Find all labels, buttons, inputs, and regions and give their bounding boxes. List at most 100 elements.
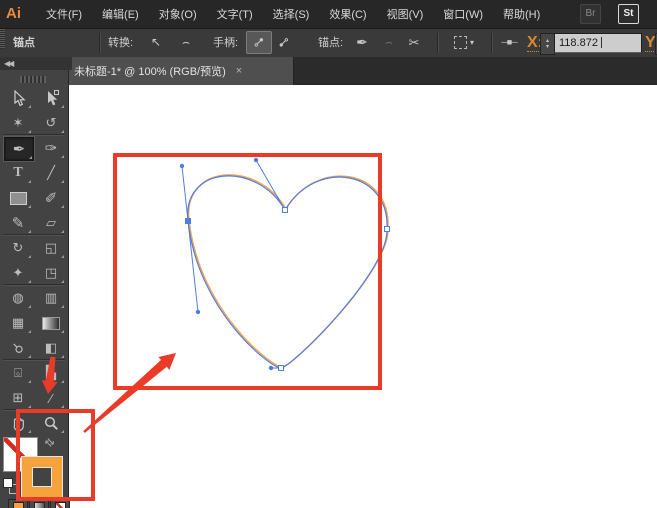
stroke-swatch[interactable] — [22, 457, 62, 497]
tool-zoom[interactable] — [36, 411, 66, 435]
tools-panel: ◀◀ ✶ ↺ ✒ ✑ T ╱ ✐ ✎ ▱ ↻ ◱ ✦ ◳ ◍ ▥ ▦ ⚲ ◧ ⌺ ▙ ⊞ ∕ ⇄ — [0, 57, 72, 508]
hide-handles-button[interactable]: ⊷ — [273, 32, 295, 53]
tool-mesh[interactable]: ▦ — [3, 311, 33, 335]
convert-smooth-button[interactable]: ⌢ — [176, 32, 196, 53]
control-bar: 锚点 转换: ↖ ⌢ 手柄: ⊶ ⊷ 锚点: ✒ ⌢ ✂ ▾ ─■─ X: ▴ … — [0, 29, 657, 58]
stock-button[interactable]: St — [618, 4, 639, 24]
tool-free-transform[interactable]: ◳ — [36, 261, 66, 285]
artboard-icon: ⊞ — [12, 390, 24, 405]
dashed-selection-icon — [453, 36, 467, 49]
pen-icon: ✒ — [12, 141, 26, 158]
remove-anchor-button[interactable]: ✒ — [352, 32, 372, 53]
menu-item-edit[interactable]: 编辑(E) — [92, 6, 149, 22]
app-logo: Ai — [6, 5, 21, 22]
swap-fill-stroke-icon[interactable]: ⇄ — [42, 435, 58, 450]
tool-rectangle[interactable] — [3, 186, 33, 210]
mesh-icon: ▦ — [11, 315, 25, 330]
menu-item-view[interactable]: 视图(V) — [377, 6, 434, 22]
type-icon: T — [13, 165, 23, 180]
default-fill-stroke-icon[interactable] — [3, 478, 19, 494]
anchor-square-icon — [54, 89, 59, 95]
tool-lasso[interactable]: ↺ — [36, 111, 66, 135]
separator — [491, 33, 493, 53]
line-segment-icon: ╱ — [47, 165, 55, 180]
tool-rotate[interactable]: ↻ — [3, 236, 33, 260]
show-handles-button[interactable]: ⊶ — [246, 31, 272, 54]
eraser-icon: ▱ — [46, 215, 56, 230]
tool-eyedropper[interactable]: ⚲ — [3, 336, 33, 360]
dropdown-arrow-icon: ▾ — [469, 38, 474, 47]
paintbrush-icon: ✐ — [44, 190, 58, 207]
handles-show-icon: ⊶ — [249, 32, 268, 52]
convert-corner-button[interactable]: ↖ — [146, 32, 166, 53]
spin-down-icon[interactable]: ▾ — [546, 44, 549, 50]
tool-eraser[interactable]: ▱ — [36, 211, 66, 235]
panel-collapse-button[interactable]: ◀◀ — [0, 57, 72, 70]
blend-icon: ◧ — [44, 340, 58, 355]
connect-path-button[interactable]: ⌢ — [379, 32, 399, 53]
tool-pencil[interactable]: ✎ — [3, 211, 33, 235]
menu-item-select[interactable]: 选择(S) — [263, 6, 320, 22]
slice-icon: ∕ — [49, 390, 53, 406]
tool-width[interactable]: ✦ — [3, 261, 33, 285]
menu-bar: Ai 文件(F) 编辑(E) 对象(O) 文字(T) 选择(S) 效果(C) 视图(V) 窗口… — [0, 0, 657, 29]
lasso-icon: ↺ — [45, 115, 57, 130]
panel-grip[interactable] — [20, 76, 46, 83]
gradient-mode-button[interactable] — [29, 499, 49, 508]
tool-symbol-sprayer[interactable]: ⌺ — [3, 361, 33, 385]
rotate-icon: ↻ — [12, 240, 24, 255]
none-mode-button[interactable] — [50, 499, 70, 508]
tool-selection[interactable] — [3, 86, 33, 110]
cut-path-button[interactable]: ✂ — [404, 32, 424, 53]
tool-slice[interactable]: ∕ — [36, 386, 66, 410]
gradient-icon — [42, 316, 60, 330]
free-transform-icon: ◳ — [44, 265, 58, 280]
illustrator-window: Ai 文件(F) 编辑(E) 对象(O) 文字(T) 选择(S) 效果(C) 视图(V) 窗口… — [0, 0, 657, 508]
handles-hide-icon: ⊷ — [274, 32, 293, 52]
tool-gradient[interactable] — [36, 311, 66, 335]
isolate-selection-button[interactable]: ▾ — [447, 32, 481, 53]
menu-item-object[interactable]: 对象(O) — [149, 6, 207, 22]
tool-blend[interactable]: ◧ — [36, 336, 66, 360]
selection-arrow-icon — [14, 89, 26, 106]
menu-item-file[interactable]: 文件(F) — [36, 6, 92, 22]
tool-type[interactable]: T — [3, 161, 33, 185]
menu-item-effect[interactable]: 效果(C) — [319, 6, 376, 22]
tool-shape-builder[interactable]: ◍ — [3, 286, 33, 310]
perspective-grid-icon: ▥ — [44, 290, 58, 305]
tool-curvature-pen[interactable]: ✑ — [36, 136, 66, 160]
x-input[interactable]: 118.872 — [554, 33, 642, 53]
tab-close-icon[interactable]: × — [236, 65, 242, 77]
artboard-canvas[interactable] — [69, 85, 657, 508]
document-tab[interactable]: 未标题-1* @ 100% (RGB/预览) × — [62, 57, 294, 85]
tool-paintbrush[interactable]: ✐ — [36, 186, 66, 210]
tool-perspective-grid[interactable]: ▥ — [36, 286, 66, 310]
menu-item-type[interactable]: 文字(T) — [207, 6, 263, 22]
text-caret — [600, 37, 602, 48]
direct-selection-arrow-icon — [48, 90, 58, 105]
tool-artboard[interactable]: ⊞ — [3, 386, 33, 410]
convert-label: 转换: — [108, 37, 134, 49]
tool-line-segment[interactable]: ╱ — [36, 161, 66, 185]
magic-wand-icon: ✶ — [12, 115, 24, 130]
scale-icon: ◱ — [44, 240, 58, 255]
separator — [99, 33, 101, 53]
menu-item-help[interactable]: 帮助(H) — [493, 6, 550, 22]
x-spinner[interactable]: ▴ ▾ — [540, 33, 555, 55]
tool-pen[interactable]: ✒ — [3, 136, 35, 162]
tool-direct-selection[interactable] — [36, 86, 66, 110]
anchor-panel-label: 锚点 — [13, 37, 35, 49]
bridge-button[interactable]: Br — [580, 4, 601, 24]
tool-column-graph[interactable]: ▙ — [36, 361, 66, 385]
rectangle-icon — [9, 191, 27, 205]
default-fill-chip — [3, 478, 13, 488]
tool-hand[interactable] — [3, 411, 33, 435]
tool-scale[interactable]: ◱ — [36, 236, 66, 260]
menu-item-window[interactable]: 窗口(W) — [433, 6, 493, 22]
color-mode-button[interactable] — [8, 499, 28, 508]
menu-items: 文件(F) 编辑(E) 对象(O) 文字(T) 选择(S) 效果(C) 视图(V) 窗口(W)… — [36, 0, 550, 28]
tool-magic-wand[interactable]: ✶ — [3, 111, 33, 135]
panel-grip[interactable] — [0, 29, 5, 49]
magnifier-handle — [52, 424, 58, 430]
anchor-label: 锚点: — [318, 37, 344, 49]
